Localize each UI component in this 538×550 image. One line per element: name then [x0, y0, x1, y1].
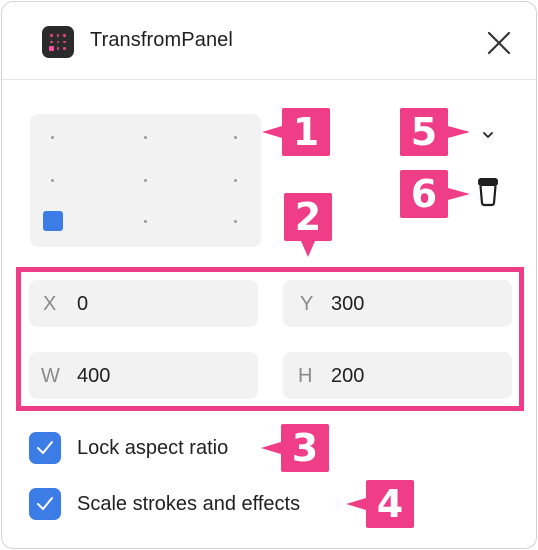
annotation-arrow-4 [346, 498, 366, 510]
y-label: Y [300, 293, 314, 315]
anchor-point-grid[interactable] [30, 114, 261, 247]
lock-aspect-checkbox[interactable] [29, 432, 61, 464]
scale-strokes-label[interactable]: Scale strokes and effects [77, 493, 300, 516]
anchor-top-left[interactable] [51, 136, 54, 139]
h-label: H [298, 365, 313, 387]
anchor-middle-left[interactable] [51, 179, 54, 182]
h-field[interactable]: H 200 [283, 352, 512, 399]
annotation-badge-2: 2 [284, 193, 332, 241]
trash-icon[interactable] [475, 177, 501, 207]
lock-aspect-label[interactable]: Lock aspect ratio [77, 437, 228, 460]
anchor-bottom-center[interactable] [144, 220, 147, 223]
annotation-badge-6: 6 [400, 170, 448, 218]
scale-strokes-checkbox[interactable] [29, 488, 61, 520]
annotation-arrow-2 [301, 241, 315, 257]
annotation-arrow-1 [262, 126, 282, 138]
annotation-arrow-6 [448, 188, 470, 200]
checkmark-icon [37, 497, 53, 510]
annotation-badge-1: 1 [282, 108, 330, 156]
x-field[interactable]: X 0 [29, 280, 258, 327]
x-value: 0 [77, 293, 89, 315]
h-value: 200 [331, 365, 365, 387]
annotation-badge-4: 4 [366, 480, 414, 528]
w-value: 400 [77, 365, 111, 387]
close-button[interactable] [484, 28, 514, 58]
anchor-middle-center[interactable] [144, 179, 147, 182]
anchor-bottom-right[interactable] [234, 220, 237, 223]
anchor-middle-right[interactable] [234, 179, 237, 182]
chevron-down-icon[interactable] [481, 128, 495, 142]
panel-title: TransfromPanel [90, 29, 233, 51]
annotation-arrow-3 [261, 442, 281, 454]
checkmark-icon [37, 441, 53, 454]
anchor-top-center[interactable] [144, 136, 147, 139]
w-label: W [41, 365, 60, 387]
x-label: X [43, 293, 57, 315]
anchor-bottom-left-selected[interactable] [43, 211, 63, 231]
close-icon [487, 31, 511, 55]
annotation-badge-5: 5 [400, 108, 448, 156]
annotation-badge-3: 3 [281, 424, 329, 472]
y-value: 300 [331, 293, 365, 315]
transform-panel: TransfromPanel 1 5 6 2 X 0 Y 300 W 400 H… [1, 1, 537, 549]
anchor-top-right[interactable] [234, 136, 237, 139]
panel-header: TransfromPanel [2, 2, 536, 80]
app-icon [42, 26, 74, 58]
y-field[interactable]: Y 300 [283, 280, 512, 327]
w-field[interactable]: W 400 [29, 352, 258, 399]
annotation-arrow-5 [448, 126, 470, 138]
